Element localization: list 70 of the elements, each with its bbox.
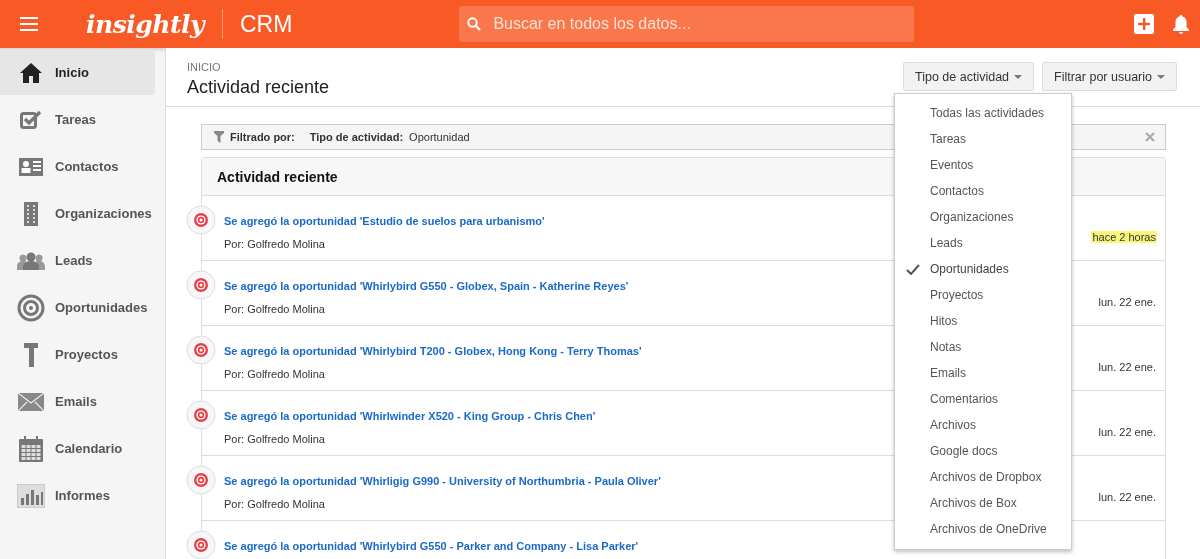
menu-item[interactable]: Todas las actividades	[895, 100, 1071, 126]
activity-author: Por: Golfredo Molina	[224, 303, 325, 315]
calendar-icon	[19, 435, 43, 462]
menu-item[interactable]: Contactos	[895, 178, 1071, 204]
menu-item[interactable]: Archivos de Box	[895, 490, 1071, 516]
activity-link[interactable]: Se agregó la oportunidad 'Whirlybird G550 - Globex, Spain - Katherine Reyes'	[224, 280, 629, 292]
search-icon	[467, 17, 482, 31]
menu-item[interactable]: Archivos	[895, 412, 1071, 438]
activity-link[interactable]: Se agregó la oportunidad 'Whirlybird T200 - Globex, Hong Kong - Terry Thomas'	[224, 345, 642, 357]
checkmark-icon	[906, 263, 920, 275]
caret-icon	[1157, 74, 1165, 79]
card-title: Actividad reciente	[217, 168, 338, 185]
dropdown-button[interactable]: Tipo de actividad	[903, 62, 1035, 91]
menu-item[interactable]: Hitos	[895, 308, 1071, 334]
add-icon[interactable]	[1134, 14, 1154, 34]
filter-value: Oportunidad	[409, 131, 470, 143]
menu-item[interactable]: Notas	[895, 334, 1071, 360]
envelope-icon	[18, 392, 44, 411]
contact-card-icon	[19, 157, 43, 176]
sidebar-item[interactable]: Organizaciones	[0, 191, 155, 236]
people-icon	[17, 251, 45, 270]
activity-link[interactable]: Se agregó la oportunidad 'Whirlybird G550 - Parker and Company - Lisa Parker'	[224, 540, 639, 552]
activity-link[interactable]: Se agregó la oportunidad 'Whirligig G990 - University of Northumbria - Paula Oliver'	[224, 475, 661, 487]
dropdown-button[interactable]: Filtrar por usuario	[1042, 62, 1177, 91]
bell-icon[interactable]	[1172, 14, 1190, 34]
sidebar-item[interactable]: Calendario	[0, 426, 155, 471]
sidebar-item[interactable]: Oportunidades	[0, 285, 155, 330]
menu-item[interactable]: Google docs	[895, 438, 1071, 464]
page-title: Actividad reciente	[187, 77, 330, 98]
sidebar-item[interactable]: Inicio	[0, 50, 155, 95]
checkbox-icon	[20, 109, 42, 130]
activity-link[interactable]: Se agregó la oportunidad 'Whirlwinder X520 - King Group - Chris Chen'	[224, 410, 596, 422]
activity-time: hace 2 horas	[1091, 231, 1157, 243]
activity-time: lun. 22 ene.	[1097, 361, 1157, 373]
menu-item[interactable]: Emails	[895, 360, 1071, 386]
activity-author: Por: Golfredo Molina	[224, 368, 325, 380]
activity-time: lun. 22 ene.	[1097, 296, 1157, 308]
menu-item[interactable]: Oportunidades	[895, 256, 1071, 282]
activity-author: Por: Golfredo Molina	[224, 238, 325, 250]
target-icon	[17, 293, 45, 322]
menu-button[interactable]	[20, 17, 38, 31]
activity-author: Por: Golfredo Molina	[224, 433, 325, 445]
app-title: CRM	[240, 10, 293, 38]
filter-key: Tipo de actividad:	[309, 131, 404, 143]
close-icon[interactable]	[1145, 132, 1155, 142]
menu-item[interactable]: Tareas	[895, 126, 1071, 152]
menu-item[interactable]: Proyectos	[895, 282, 1071, 308]
sidebar-item[interactable]: Informes	[0, 473, 155, 518]
bar-chart-icon	[17, 483, 45, 508]
menu-item[interactable]: Eventos	[895, 152, 1071, 178]
menu-item[interactable]: Archivos de Dropbox	[895, 464, 1071, 490]
sidebar-item[interactable]: Contactos	[0, 144, 155, 189]
menu-item[interactable]: Archivos de OneDrive	[895, 516, 1071, 542]
menu-item[interactable]: Leads	[895, 230, 1071, 256]
activity-author: Por: Golfredo Molina	[224, 498, 325, 510]
activity-link[interactable]: Se agregó la oportunidad 'Estudio de suelos para urbanismo'	[224, 215, 545, 227]
activity-time: lun. 22 ene.	[1097, 491, 1157, 503]
caret-icon	[1014, 74, 1023, 79]
filter-label: Filtrado por:	[230, 131, 295, 143]
building-icon	[24, 201, 38, 226]
house-icon	[19, 61, 43, 84]
menu-item[interactable]: Organizaciones	[895, 204, 1071, 230]
activity-time: lun. 22 ene.	[1097, 426, 1157, 438]
breadcrumb: INICIO	[187, 61, 222, 73]
sidebar-item[interactable]: Emails	[0, 379, 155, 424]
filter-icon	[214, 131, 224, 143]
menu-item[interactable]: Comentarios	[895, 386, 1071, 412]
sidebar-item[interactable]: Tareas	[0, 97, 155, 142]
sidebar-item[interactable]: Proyectos	[0, 332, 155, 377]
sidebar-item[interactable]: Leads	[0, 238, 155, 283]
